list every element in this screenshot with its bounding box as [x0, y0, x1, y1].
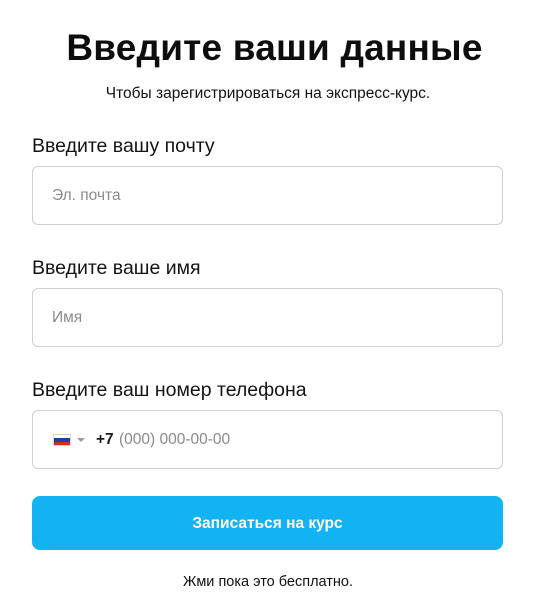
- name-field[interactable]: [52, 289, 482, 346]
- page-title: Введите ваши данные: [66, 27, 483, 68]
- submit-button[interactable]: Записаться на курс: [32, 496, 503, 550]
- phone-label: Введите ваш номер телефона: [32, 379, 307, 401]
- chevron-down-icon[interactable]: [77, 438, 85, 442]
- registration-form: Введите ваши данные Чтобы зарегистрирова…: [0, 0, 549, 605]
- email-field-box: [32, 166, 503, 225]
- email-label: Введите вашу почту: [32, 135, 215, 157]
- dial-code: +7: [96, 431, 114, 448]
- name-field-box: [32, 288, 503, 347]
- email-field[interactable]: [52, 167, 482, 224]
- russia-flag-icon[interactable]: [53, 434, 71, 446]
- phone-field-box: +7: [32, 410, 503, 469]
- phone-field[interactable]: [119, 411, 489, 468]
- footnote-text: Жми пока это бесплатно.: [182, 574, 354, 590]
- name-label: Введите ваше имя: [32, 257, 201, 279]
- page-subtitle: Чтобы зарегистрироваться на экспресс-кур…: [105, 85, 431, 102]
